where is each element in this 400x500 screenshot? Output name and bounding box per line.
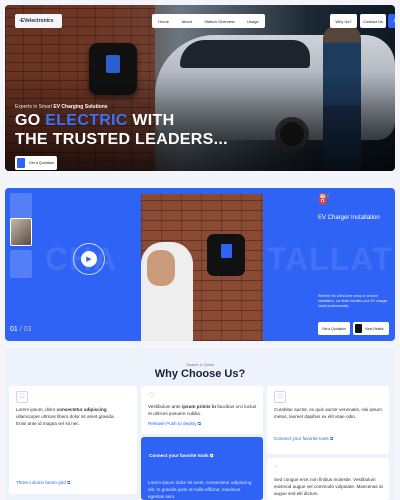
highlight-card-title: Connect your favorite tools ⧉	[149, 453, 213, 458]
service-showcase: CHA TALLAT ▶ 01 / 03 ⛽ EV Charger Instal…	[5, 188, 395, 341]
link-icon: ⧉	[67, 480, 71, 485]
slide-counter-total: / 03	[19, 326, 32, 333]
section-title: Why Choose Us?	[154, 368, 246, 380]
slide-thumbnail-active[interactable]	[10, 218, 32, 246]
navbar: ▪EVelectronics Home About Station Overvi…	[15, 14, 395, 28]
logo-text: EVelectronics	[20, 18, 54, 24]
hero-subtitle-text: Experts in Smart	[15, 104, 52, 110]
link-icon: ⧉	[210, 453, 214, 458]
card-text: Curabitur auctor, ex quis auctor venenat…	[274, 406, 384, 420]
card-text: Sed congue eros non finibus molestie. Ve…	[274, 477, 383, 496]
card-text-bold: consectetur adipiscing	[56, 407, 107, 412]
card-link[interactable]: Release Push to deploy ⧉	[148, 421, 201, 426]
play-icon: ▶	[81, 251, 97, 267]
search-icon: ⌕	[393, 18, 395, 25]
hero-title-with: WITH	[132, 112, 175, 129]
why-choose-us-section: Search & Quick Why Choose Us? □ Lorem ip…	[5, 348, 395, 500]
card-text: Lorem ipsum, dolor consectetur adipiscin…	[16, 406, 126, 427]
card-faded-number: ○	[148, 389, 155, 401]
hero-quotation-button[interactable]: Get a Quotation	[15, 156, 57, 170]
slide-counter-current: 01	[10, 326, 18, 333]
feature-details-button[interactable]: View Details	[353, 322, 389, 335]
feature-card: ◦ Sed congue eros non finibus molestie. …	[267, 458, 389, 500]
feature-title: EV Charger Installation	[318, 215, 380, 221]
menu-item-station-overview[interactable]: Station Overview	[204, 19, 234, 24]
hero-title: GO ELECTRIC WITH THE TRUSTED LEADERS...	[15, 111, 228, 149]
slide-thumbnail[interactable]	[10, 250, 32, 278]
feature-description: Whether it's a first-time setup or a hom…	[318, 294, 388, 308]
card-text-b: ullamcorper ultrices libero dolor sit am…	[16, 414, 115, 426]
search-button[interactable]: ⌕	[388, 14, 395, 28]
highlight-card[interactable]: Connect your favorite tools ⧉ Lorem ipsu…	[141, 437, 263, 500]
slide-thumbnail[interactable]	[10, 193, 32, 221]
charger-icon	[17, 158, 25, 168]
installer-head	[147, 250, 175, 286]
card-link[interactable]: Three column bento grid ⧉	[16, 480, 70, 485]
card-link-label: Connect your favorite tools	[274, 436, 329, 441]
hero-banner: ▪EVelectronics Home About Station Overvi…	[5, 5, 395, 171]
card-link[interactable]: Connect your favorite tools ⧉	[274, 436, 333, 441]
menu-item-usage[interactable]: Usage	[247, 19, 259, 24]
feature-card: □ Curabitur auctor, ex quis auctor venen…	[267, 386, 389, 454]
wall-charger-image	[207, 234, 245, 276]
hero-title-line2: THE TRUSTED LEADERS...	[15, 131, 228, 148]
card-link-label: Release Push to deploy	[148, 421, 197, 426]
logo[interactable]: ▪EVelectronics	[15, 14, 62, 28]
hero-subtitle-bold: EV Charging Solutions	[53, 104, 108, 110]
card-text-a: Lorem ipsum, dolor	[16, 407, 56, 412]
hero-subtitle: Experts in Smart EV Charging Solutions	[15, 104, 108, 110]
card-link-label: Three column bento grid	[16, 480, 66, 485]
installer-image	[141, 242, 193, 341]
link-icon: ⧉	[329, 436, 334, 441]
main-menu: Home About Station Overview Usage	[152, 14, 265, 28]
menu-item-about[interactable]: About	[181, 19, 191, 24]
tools-icon: □	[274, 391, 286, 403]
card-text-bold: ipsum primis in	[181, 404, 216, 409]
section-eyebrow: Search & Quick	[186, 362, 214, 367]
menu-item-home[interactable]: Home	[158, 19, 169, 24]
hero-title-go: GO	[15, 112, 41, 129]
contact-us-button[interactable]: Contact Us	[360, 14, 386, 28]
highlight-card-title-text: Connect your favorite tools	[149, 453, 209, 458]
slide-counter: 01 / 03	[10, 326, 31, 333]
card-faded-number: ◦	[274, 461, 278, 473]
background-watermark-right: TALLAT	[267, 241, 393, 277]
device-icon	[355, 324, 362, 333]
ev-charger-icon: ⛽	[318, 194, 331, 205]
card-text: Vestibulum ante ipsum primis in faucibus…	[148, 403, 258, 417]
why-us-button[interactable]: Why Us?	[330, 14, 357, 28]
feature-card: □ Lorem ipsum, dolor consectetur adipisc…	[9, 386, 137, 494]
highlight-card-text: Lorem ipsum dolor sit amet, consectetur …	[148, 480, 252, 499]
feature-details-label: View Details	[365, 326, 384, 331]
hero-title-accent: ELECTRIC	[45, 112, 128, 129]
feature-quotation-button[interactable]: Get a Quotation	[318, 322, 350, 335]
info-icon: □	[16, 391, 28, 403]
card-text-a: Vestibulum ante	[148, 404, 181, 409]
hero-cta-label: Get a Quotation	[29, 161, 55, 165]
charger-screen	[221, 244, 232, 258]
play-video-button[interactable]: ▶	[73, 243, 105, 275]
card-text-a: Curabitur auctor, ex quis auctor venenat…	[274, 407, 369, 412]
feature-card: ○ Vestibulum ante ipsum primis in faucib…	[141, 386, 263, 434]
installation-photo	[141, 194, 263, 341]
link-icon: ⧉	[197, 421, 202, 426]
